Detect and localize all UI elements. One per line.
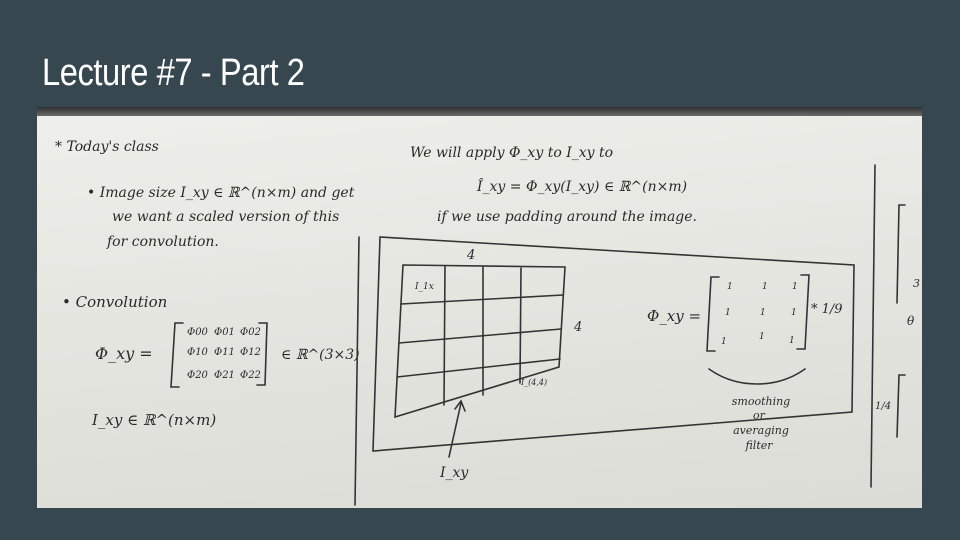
matrix-left-bracket — [170, 322, 184, 388]
filter-caption-3: averaging — [733, 424, 789, 437]
filter-cell-7: 1 — [721, 337, 727, 347]
matrix-cell-10: Φ10 — [187, 347, 209, 358]
right-edge-theta: θ — [907, 314, 915, 328]
filter-lhs: Φ_xy = — [647, 307, 701, 325]
note-get-result: Î_xy = Φ_xy(I_xy) ∈ ℝ^(n×m) — [476, 177, 687, 195]
note-in-r33: ∈ ℝ^(3×3) — [281, 347, 360, 363]
right-edge-3: 3 — [913, 277, 920, 290]
divider-line — [354, 236, 360, 506]
matrix-cell-22: Φ22 — [240, 370, 261, 381]
filter-scale: * 1/9 — [811, 302, 843, 317]
grid-vline-3 — [519, 267, 522, 384]
grid-arrow-label: I_xy — [439, 465, 469, 481]
filter-left-bracket — [706, 276, 720, 352]
filter-cell-3: 1 — [792, 282, 798, 292]
note-apply-line: We will apply Φ_xy to I_xy to — [410, 145, 613, 161]
whiteboard-photo: * Today's class • Image size I_xy ∈ ℝ^(n… — [37, 107, 922, 508]
matrix-cell-11: Φ11 — [214, 347, 235, 358]
note-ixy-in: I_xy ∈ ℝ^(n×m) — [91, 411, 216, 429]
note-for-convolution: for convolution. — [106, 234, 219, 250]
right-edge-bracket-lower — [896, 374, 906, 438]
note-padding: if we use padding around the image. — [437, 209, 697, 225]
note-convolution-heading: • Convolution — [62, 293, 167, 311]
matrix-cell-01: Φ01 — [214, 327, 235, 338]
filter-cell-1: 1 — [727, 282, 733, 292]
slide-title: Lecture #7 - Part 2 — [42, 52, 305, 94]
note-scaled-version: we want a scaled version of this — [112, 209, 339, 225]
grid-corner-label-top: I_1x — [414, 282, 434, 292]
grid-hline-2 — [398, 328, 562, 344]
whiteboard-drawing: * Today's class • Image size I_xy ∈ ℝ^(n… — [55, 139, 920, 506]
matrix-cell-12: Φ12 — [240, 347, 261, 358]
grid-corner-label-bottom: I_(4,4) — [520, 378, 547, 387]
note-image-size: • Image size I_xy ∈ ℝ^(n×m) and get — [87, 185, 355, 201]
board-seam — [870, 164, 876, 488]
filter-right-bracket — [796, 274, 810, 350]
filter-cell-5: 1 — [760, 308, 766, 318]
grid-height-label: 4 — [573, 320, 582, 335]
filter-cell-4: 1 — [725, 308, 731, 318]
grid-vline-1 — [443, 265, 446, 406]
filter-caption-4: filter — [744, 439, 773, 452]
grid-arrow — [448, 399, 466, 458]
right-edge-fraction: 1/4 — [875, 401, 891, 412]
phi-equation-label: Φ_xy = — [95, 344, 153, 363]
matrix-cell-02: Φ02 — [240, 327, 261, 338]
matrix-cell-20: Φ20 — [187, 370, 209, 381]
filter-caption-2: or — [753, 409, 766, 422]
filter-cell-2: 1 — [762, 282, 768, 292]
matrix-cell-00: Φ00 — [187, 327, 209, 338]
grid-width-label: 4 — [466, 248, 475, 263]
filter-caption-1: smoothing — [732, 395, 790, 408]
right-edge-bracket — [896, 204, 906, 304]
filter-brace — [708, 368, 806, 385]
filter-cell-9: 1 — [789, 336, 795, 346]
matrix-cell-21: Φ21 — [214, 370, 235, 381]
grid-hline-1 — [400, 294, 564, 305]
filter-cell-6: 1 — [791, 308, 797, 318]
note-todays-class: * Today's class — [55, 139, 159, 155]
filter-cell-8: 1 — [759, 332, 765, 342]
